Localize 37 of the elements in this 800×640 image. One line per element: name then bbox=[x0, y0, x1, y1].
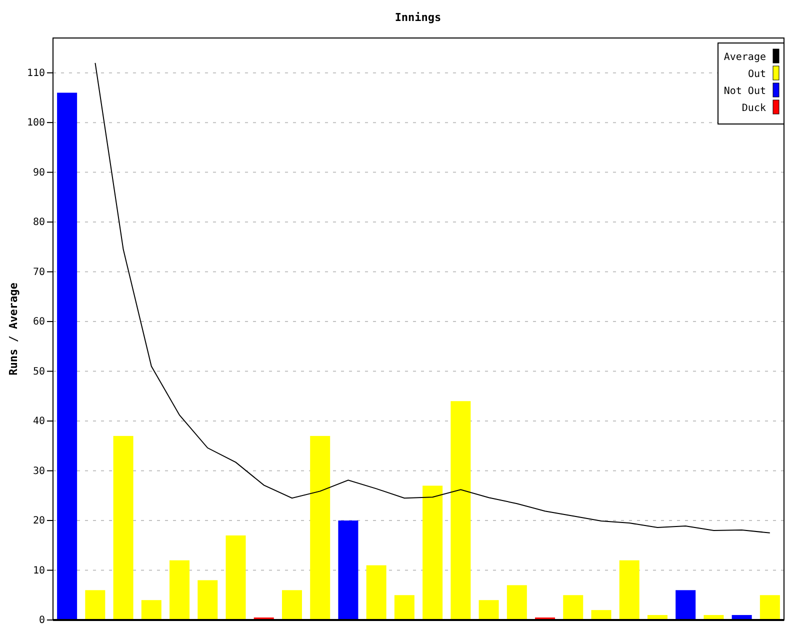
bar bbox=[760, 595, 780, 620]
y-tick-label: 30 bbox=[32, 466, 45, 477]
y-tick-label: 0 bbox=[38, 615, 45, 626]
bar bbox=[732, 615, 752, 620]
y-tick-label: 90 bbox=[32, 167, 45, 178]
bar bbox=[591, 610, 612, 620]
chart-title: Innings bbox=[394, 11, 442, 24]
bar bbox=[563, 595, 584, 620]
bar bbox=[254, 618, 274, 620]
legend-label: Out bbox=[748, 69, 766, 80]
bar bbox=[198, 580, 218, 620]
y-tick-label: 100 bbox=[26, 118, 45, 129]
y-tick-label: 10 bbox=[32, 565, 45, 576]
y-tick-label: 50 bbox=[32, 366, 45, 378]
bar bbox=[704, 615, 724, 620]
y-tick-label: 60 bbox=[32, 316, 45, 328]
bar bbox=[282, 590, 302, 620]
y-tick-label: 70 bbox=[32, 266, 45, 278]
y-tick-label: 40 bbox=[32, 416, 45, 428]
y-tick-label: 20 bbox=[32, 516, 45, 527]
bar bbox=[676, 590, 696, 620]
bar bbox=[647, 615, 668, 620]
bar bbox=[170, 560, 190, 620]
y-axis-label: Runs / Average bbox=[7, 282, 20, 376]
bar bbox=[366, 565, 386, 620]
bar bbox=[619, 560, 640, 620]
bar bbox=[478, 600, 499, 620]
legend-label: Duck bbox=[742, 103, 766, 114]
y-tick-label: 110 bbox=[26, 68, 45, 79]
bar bbox=[394, 595, 414, 620]
bar bbox=[85, 590, 106, 620]
legend-label: Average bbox=[724, 52, 766, 63]
bar bbox=[535, 618, 556, 620]
legend-label: Not Out bbox=[724, 86, 766, 97]
y-tick-label: 80 bbox=[32, 217, 45, 228]
bar bbox=[506, 585, 527, 620]
bar bbox=[141, 600, 162, 620]
